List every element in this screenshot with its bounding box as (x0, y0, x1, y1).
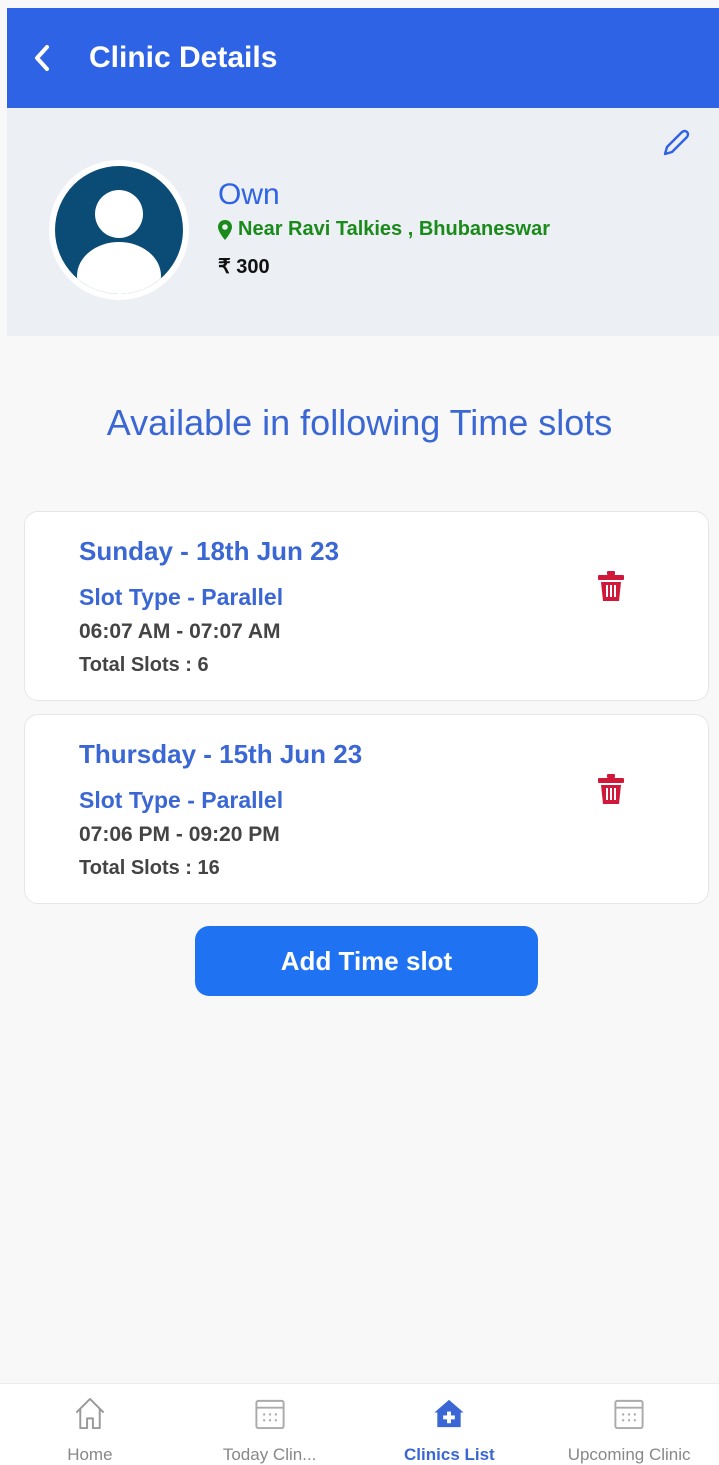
home-icon (75, 1397, 105, 1430)
pencil-icon (663, 129, 690, 156)
slot-type: Slot Type - Parallel (79, 584, 284, 610)
calendar-icon (614, 1399, 644, 1430)
nav-today-clinic[interactable]: Today Clin... (180, 1384, 360, 1465)
add-time-slot-button[interactable]: Add Time slot (195, 926, 538, 996)
nav-upcoming-clinic[interactable]: Upcoming Clinic (539, 1384, 719, 1465)
slot-card: Sunday - 18th Jun 23 Slot Type - Paralle… (24, 511, 709, 701)
clinic-location-text: Near Ravi Talkies , Bhubaneswar (238, 218, 550, 240)
slot-time: 06:07 AM - 07:07 AM (79, 620, 281, 643)
slot-date: Sunday - 18th Jun 23 (79, 536, 340, 566)
clinic-fee: ₹ 300 (218, 256, 270, 278)
delete-slot-button[interactable] (593, 566, 629, 606)
slot-total: Total Slots : 16 (79, 857, 220, 879)
slot-card: Thursday - 15th Jun 23 Slot Type - Paral… (24, 714, 709, 904)
clinic-home-icon (434, 1399, 464, 1428)
location-pin-icon (218, 219, 232, 240)
app-header: Clinic Details (7, 8, 719, 108)
nav-label: Upcoming Clinic (567, 1445, 691, 1464)
clinic-location: Near Ravi Talkies , Bhubaneswar (218, 218, 550, 241)
slot-type: Slot Type - Parallel (79, 787, 284, 813)
trash-icon (598, 571, 624, 601)
slot-total: Total Slots : 6 (79, 654, 209, 676)
bottom-nav: Home Today Clin... Clinics List Upcoming… (0, 1383, 719, 1465)
nav-label: Today Clin... (222, 1445, 317, 1464)
delete-slot-button[interactable] (593, 769, 629, 809)
user-avatar-icon (55, 166, 183, 294)
edit-button[interactable] (657, 126, 693, 162)
back-button[interactable] (7, 8, 77, 108)
page-title: Clinic Details (89, 41, 278, 74)
nav-label: Home (67, 1445, 113, 1464)
clinic-profile: Own Near Ravi Talkies , Bhubaneswar ₹ 30… (7, 108, 719, 336)
slot-time: 07:06 PM - 09:20 PM (79, 823, 280, 846)
section-title: Available in following Time slots (106, 402, 613, 443)
calendar-icon (255, 1399, 285, 1430)
avatar (49, 160, 189, 300)
slot-date: Thursday - 15th Jun 23 (79, 739, 363, 769)
nav-home[interactable]: Home (0, 1384, 180, 1465)
clinic-name: Own (218, 178, 280, 211)
nav-label: Clinics List (404, 1445, 495, 1464)
nav-clinics-list[interactable]: Clinics List (360, 1384, 540, 1465)
trash-icon (598, 774, 624, 804)
chevron-left-icon (35, 45, 49, 71)
